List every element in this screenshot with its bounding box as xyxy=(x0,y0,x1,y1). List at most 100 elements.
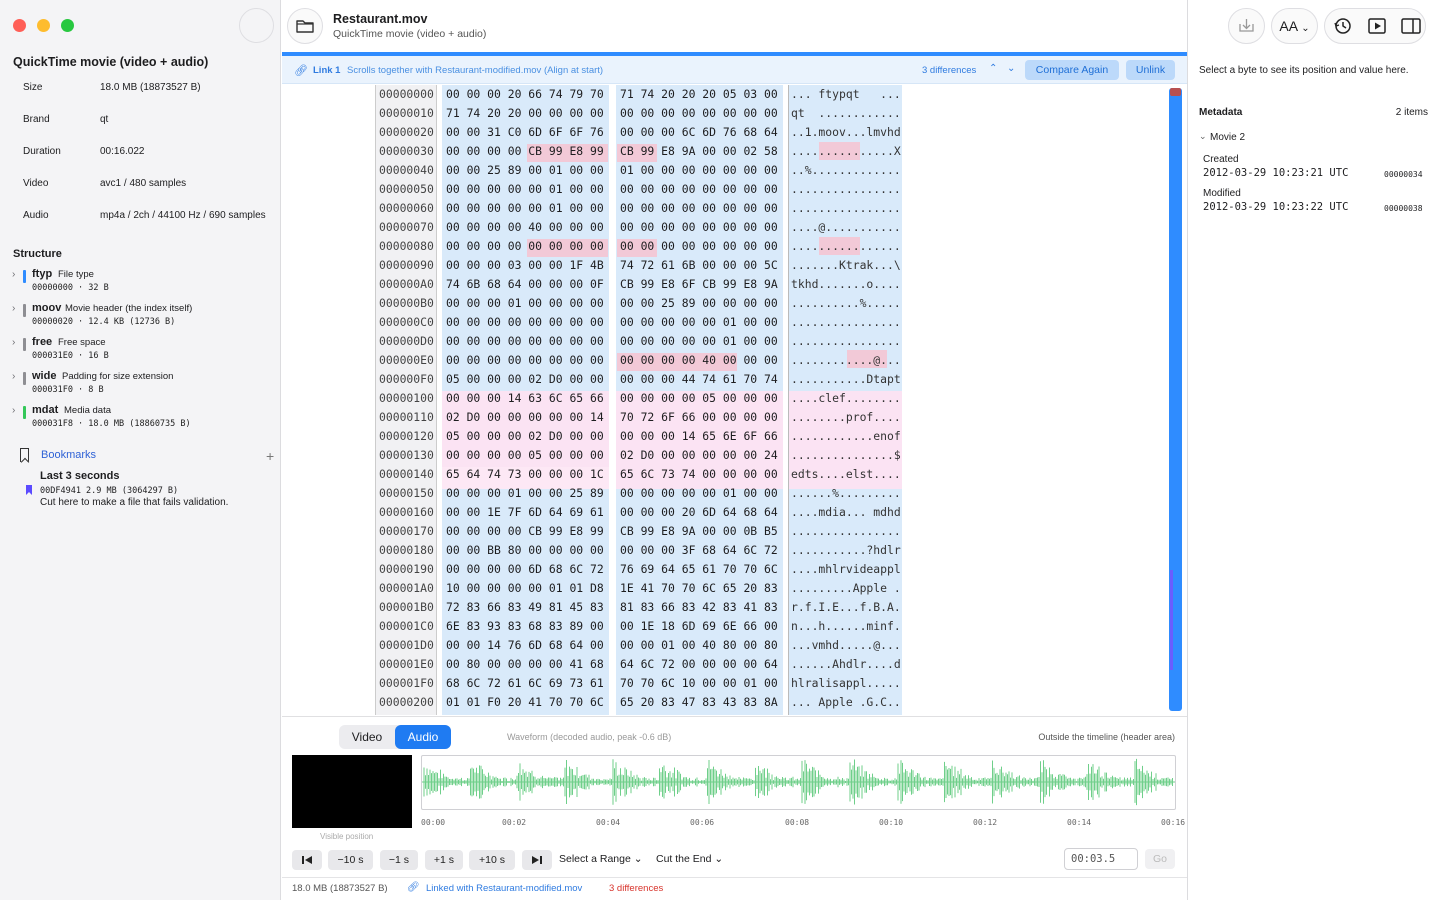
ascii-cell[interactable]: ....mhlrvideappl xyxy=(791,560,901,579)
ascii-cell[interactable]: edts....elst.... xyxy=(791,465,901,484)
offset-cell[interactable]: 00000120 xyxy=(379,427,434,446)
bytes-left-cell[interactable]: 10 00 00 00 00 01 01 D8 xyxy=(446,579,604,598)
ascii-cell[interactable]: ................ xyxy=(791,522,901,541)
hex-row[interactable]: 00000110 02 D0 00 00 00 00 00 14 70 72 6F … xyxy=(282,408,1187,427)
bytes-right-cell[interactable]: 00 00 00 00 00 01 00 00 xyxy=(620,484,778,503)
bytes-left-cell[interactable]: 68 6C 72 61 6C 69 73 61 xyxy=(446,674,604,693)
offset-cell[interactable]: 00000140 xyxy=(379,465,434,484)
hex-row[interactable]: 00000190 00 00 00 00 6D 68 6C 72 76 69 64 … xyxy=(282,560,1187,579)
hex-row[interactable]: 00000010 71 74 20 20 00 00 00 00 00 00 00 … xyxy=(282,104,1187,123)
offset-cell[interactable]: 00000000 xyxy=(379,85,434,104)
bytes-left-cell[interactable]: 00 00 00 00 00 00 00 00 xyxy=(446,351,604,370)
ascii-cell[interactable]: ................ xyxy=(791,199,901,218)
history-icon[interactable] xyxy=(1330,9,1356,43)
bytes-right-cell[interactable]: 00 00 00 00 00 01 00 00 xyxy=(620,332,778,351)
bookmark-title[interactable]: Last 3 seconds xyxy=(40,470,119,482)
hex-row[interactable]: 00000150 00 00 00 01 00 00 25 89 00 00 00 … xyxy=(282,484,1187,503)
hex-row[interactable]: 00000140 65 64 74 73 00 00 00 1C 65 6C 73 … xyxy=(282,465,1187,484)
hex-row[interactable]: 000001E0 00 80 00 00 00 00 41 68 64 6C 72 … xyxy=(282,655,1187,674)
bytes-right-cell[interactable]: 74 72 61 6B 00 00 00 5C xyxy=(620,256,778,275)
bytes-left-cell[interactable]: 01 01 F0 20 41 70 70 6C xyxy=(446,693,604,712)
ascii-cell[interactable]: ...vmhd.....@... xyxy=(791,636,901,655)
bytes-left-cell[interactable]: 00 00 00 01 00 00 25 89 xyxy=(446,484,604,503)
modified-offset[interactable]: 00000038 xyxy=(1384,204,1423,213)
bytes-left-cell[interactable]: 00 00 31 C0 6D 6F 6F 76 xyxy=(446,123,604,142)
hex-row[interactable]: 00000000 00 00 00 20 66 74 79 70 71 74 20 … xyxy=(282,85,1187,104)
offset-cell[interactable]: 00000010 xyxy=(379,104,434,123)
hex-row[interactable]: 000001B0 72 83 66 83 49 81 45 83 81 83 66 … xyxy=(282,598,1187,617)
ascii-cell[interactable]: .........Apple . xyxy=(791,579,901,598)
ascii-cell[interactable]: hlralisappl..... xyxy=(791,674,901,693)
hex-row[interactable]: 000000E0 00 00 00 00 00 00 00 00 00 00 00 … xyxy=(282,351,1187,370)
ascii-cell[interactable]: ..%............. xyxy=(791,161,901,180)
waveform-timeline[interactable] xyxy=(421,755,1176,810)
bytes-left-cell[interactable]: 00 00 00 20 66 74 79 70 xyxy=(446,85,604,104)
hex-row[interactable]: 000000A0 74 6B 68 64 00 00 00 0F CB 99 E8 … xyxy=(282,275,1187,294)
offset-cell[interactable]: 000000E0 xyxy=(379,351,434,370)
sidebar-toggle-button[interactable] xyxy=(239,8,274,43)
tab-video[interactable]: Video xyxy=(339,725,395,749)
bytes-right-cell[interactable]: 00 00 00 00 40 00 00 00 xyxy=(620,351,778,370)
forward-10s-button[interactable]: +10 s xyxy=(469,850,515,870)
ascii-cell[interactable]: tkhd.......o.... xyxy=(791,275,901,294)
bytes-right-cell[interactable]: 00 00 00 00 00 00 00 00 xyxy=(620,218,778,237)
movie-group[interactable]: Movie 2 xyxy=(1210,132,1245,143)
bytes-right-cell[interactable]: 81 83 66 83 42 83 41 83 xyxy=(620,598,778,617)
bytes-right-cell[interactable]: 00 1E 18 6D 69 6E 66 00 xyxy=(620,617,778,636)
ascii-cell[interactable]: n...h......minf. xyxy=(791,617,901,636)
hex-row[interactable]: 00000160 00 00 1E 7F 6D 64 69 61 00 00 00 … xyxy=(282,503,1187,522)
bytes-right-cell[interactable]: 70 72 6F 66 00 00 00 00 xyxy=(620,408,778,427)
offset-cell[interactable]: 00000090 xyxy=(379,256,434,275)
bytes-right-cell[interactable]: 00 00 00 00 05 00 00 00 xyxy=(620,389,778,408)
bytes-right-cell[interactable]: 00 00 01 00 40 80 00 80 xyxy=(620,636,778,655)
back-10s-button[interactable]: −10 s xyxy=(328,850,373,870)
bytes-left-cell[interactable]: 00 00 00 03 00 00 1F 4B xyxy=(446,256,604,275)
jump-to-start-button[interactable] xyxy=(292,850,322,870)
chevron-right-icon[interactable]: › xyxy=(12,405,22,417)
hex-row[interactable]: 00000120 05 00 00 00 02 D0 00 00 00 00 00 … xyxy=(282,427,1187,446)
bytes-right-cell[interactable]: 00 00 00 20 6D 64 68 64 xyxy=(620,503,778,522)
ascii-cell[interactable]: ................ xyxy=(791,313,901,332)
bytes-left-cell[interactable]: 05 00 00 00 02 D0 00 00 xyxy=(446,370,604,389)
atom-wide[interactable]: › wide Padding for size extension 000031… xyxy=(12,370,274,400)
hex-row[interactable]: 00000030 00 00 00 00 CB 99 E8 99 CB 99 E8 … xyxy=(282,142,1187,161)
offset-cell[interactable]: 00000180 xyxy=(379,541,434,560)
hex-row[interactable]: 000000C0 00 00 00 00 00 00 00 00 00 00 00 … xyxy=(282,313,1187,332)
hex-row[interactable]: 000001D0 00 00 14 76 6D 68 64 00 00 00 01 … xyxy=(282,636,1187,655)
bytes-right-cell[interactable]: 00 00 00 44 74 61 70 74 xyxy=(620,370,778,389)
bytes-left-cell[interactable]: 00 00 00 00 6D 68 6C 72 xyxy=(446,560,604,579)
time-input[interactable]: 00:03.5 xyxy=(1064,848,1138,870)
atom-free[interactable]: › free Free space 000031E0 · 16 B xyxy=(12,336,274,366)
offset-cell[interactable]: 00000170 xyxy=(379,522,434,541)
tab-audio[interactable]: Audio xyxy=(395,725,451,749)
hex-row[interactable]: 00000080 00 00 00 00 00 00 00 00 00 00 00 … xyxy=(282,237,1187,256)
status-linked-file[interactable]: Linked with Restaurant-modified.mov xyxy=(426,883,582,894)
offset-cell[interactable]: 00000070 xyxy=(379,218,434,237)
ascii-cell[interactable]: ... Apple .G.C.. xyxy=(791,693,901,712)
ascii-cell[interactable]: .......Ktrak...\ xyxy=(791,256,901,275)
modified-value[interactable]: 2012-03-29 10:23:22 UTC xyxy=(1203,201,1348,213)
ascii-cell[interactable]: ....clef........ xyxy=(791,389,901,408)
chevron-right-icon[interactable]: › xyxy=(12,371,22,383)
select-range-menu[interactable]: Select a Range ⌄ xyxy=(559,853,643,865)
ascii-cell[interactable]: ...............$ xyxy=(791,446,901,465)
offset-cell[interactable]: 00000130 xyxy=(379,446,434,465)
bytes-left-cell[interactable]: 00 00 00 00 CB 99 E8 99 xyxy=(446,522,604,541)
hex-row[interactable]: 00000130 00 00 00 00 05 00 00 00 02 D0 00 … xyxy=(282,446,1187,465)
hex-row[interactable]: 000000F0 05 00 00 00 02 D0 00 00 00 00 00 … xyxy=(282,370,1187,389)
offset-cell[interactable]: 00000060 xyxy=(379,199,434,218)
go-button[interactable]: Go xyxy=(1145,849,1175,869)
bytes-right-cell[interactable]: 00 00 25 89 00 00 00 00 xyxy=(620,294,778,313)
ascii-cell[interactable]: ................ xyxy=(791,332,901,351)
bytes-left-cell[interactable]: 00 00 25 89 00 01 00 00 xyxy=(446,161,604,180)
offset-cell[interactable]: 000001C0 xyxy=(379,617,434,636)
ascii-cell[interactable]: ................ xyxy=(791,237,901,256)
hex-row[interactable]: 00000040 00 00 25 89 00 01 00 00 01 00 00 … xyxy=(282,161,1187,180)
created-offset[interactable]: 00000034 xyxy=(1384,170,1423,179)
export-button[interactable] xyxy=(1228,8,1265,44)
hex-row[interactable]: 000000D0 00 00 00 00 00 00 00 00 00 00 00 … xyxy=(282,332,1187,351)
zoom-window-button[interactable] xyxy=(61,19,74,32)
scroll-position-marker[interactable] xyxy=(1170,88,1181,96)
ascii-cell[interactable]: ....mdia... mdhd xyxy=(791,503,901,522)
offset-cell[interactable]: 00000200 xyxy=(379,693,434,712)
